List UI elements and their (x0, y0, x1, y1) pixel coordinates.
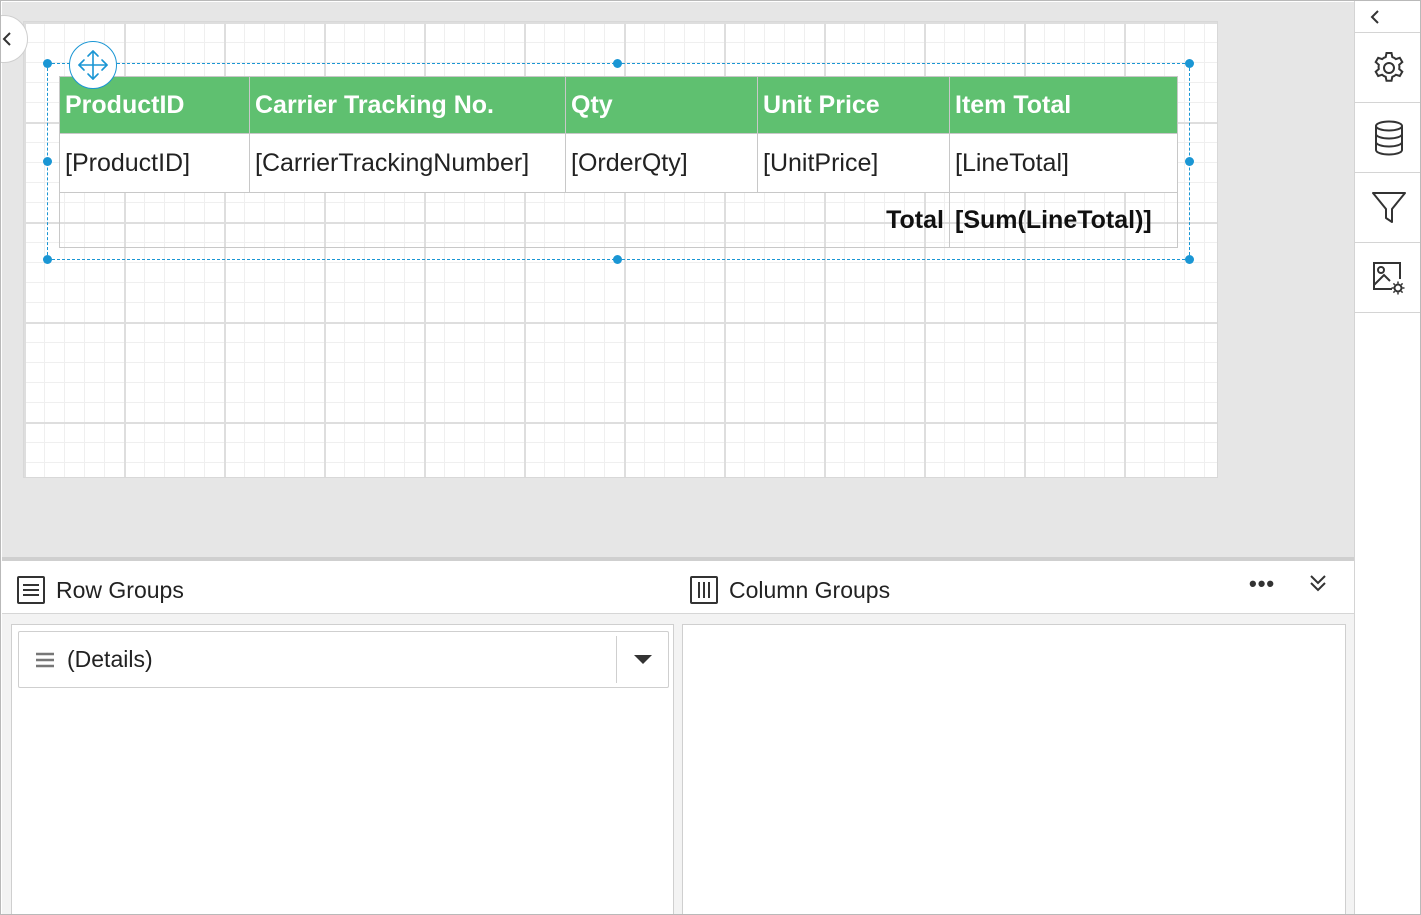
collapse-groups-button[interactable] (1307, 571, 1329, 600)
table-total-row: Total [Sum(LineTotal)] (59, 192, 1178, 248)
expand-properties-button[interactable] (1355, 1, 1420, 33)
resize-handle-top-left[interactable] (43, 59, 52, 68)
groups-panel: Row Groups Column Groups ••• (Details) (2, 561, 1354, 914)
data-sources-button[interactable] (1355, 103, 1420, 173)
resize-handle-top[interactable] (613, 59, 622, 68)
resize-handle-bottom-left[interactable] (43, 255, 52, 264)
table-move-handle[interactable] (69, 41, 117, 89)
move-arrows-icon (78, 50, 108, 80)
filter-icon (1371, 191, 1406, 223)
total-value-cell[interactable]: [Sum(LineTotal)] (949, 192, 1178, 248)
header-cell-carrier-tracking[interactable]: Carrier Tracking No. (249, 76, 566, 134)
list-item[interactable]: (Details) (18, 631, 669, 688)
database-icon (1374, 120, 1403, 155)
resize-handle-bottom[interactable] (613, 255, 622, 264)
group-item-label: (Details) (67, 646, 153, 672)
row-groups-title: Row Groups (56, 576, 184, 603)
detail-cell-qty[interactable]: [OrderQty] (565, 133, 758, 193)
column-groups-icon (690, 576, 718, 604)
more-options-button[interactable]: ••• (1249, 571, 1275, 597)
detail-cell-productid[interactable]: [ProductID] (59, 133, 250, 193)
table-detail-row: [ProductID] [CarrierTrackingNumber] [Ord… (59, 133, 1178, 193)
gear-icon (1373, 51, 1404, 82)
drag-handle-icon[interactable] (35, 651, 55, 669)
table-header-row: ProductID Carrier Tracking No. Qty Unit … (59, 76, 1178, 134)
header-cell-qty[interactable]: Qty (565, 76, 758, 134)
row-groups-list: (Details) (11, 624, 674, 914)
total-label-cell[interactable]: Total (59, 192, 950, 248)
resize-handle-bottom-right[interactable] (1185, 255, 1194, 264)
properties-button[interactable] (1355, 33, 1420, 103)
group-dropdown-button[interactable] (616, 636, 668, 683)
caret-down-icon (633, 654, 652, 664)
filter-button[interactable] (1355, 173, 1420, 243)
column-groups-title: Column Groups (729, 576, 891, 603)
header-cell-unit-price[interactable]: Unit Price (757, 76, 950, 134)
detail-cell-unit-price[interactable]: [UnitPrice] (757, 133, 950, 193)
resize-handle-left[interactable] (43, 157, 52, 166)
double-chevron-down-icon (1310, 575, 1326, 592)
chevron-left-icon (1370, 9, 1379, 24)
row-groups-icon (17, 576, 45, 604)
properties-rail (1354, 1, 1420, 914)
resize-handle-top-right[interactable] (1185, 59, 1194, 68)
header-cell-item-total[interactable]: Item Total (949, 76, 1178, 134)
image-settings-icon (1372, 261, 1404, 294)
design-area: ProductID Carrier Tracking No. Qty Unit … (1, 2, 1354, 557)
detail-cell-carrier-tracking[interactable]: [CarrierTrackingNumber] (249, 133, 566, 193)
report-designer: ProductID Carrier Tracking No. Qty Unit … (0, 0, 1421, 915)
image-manager-button[interactable] (1355, 243, 1420, 313)
chevron-left-icon (2, 32, 11, 46)
resize-handle-right[interactable] (1185, 157, 1194, 166)
report-table[interactable]: ProductID Carrier Tracking No. Qty Unit … (59, 76, 1178, 248)
column-groups-heading: Column Groups (689, 575, 890, 605)
column-groups-list (682, 624, 1346, 914)
detail-cell-item-total[interactable]: [LineTotal] (949, 133, 1178, 193)
groups-header: Row Groups Column Groups ••• (2, 561, 1354, 614)
row-groups-heading: Row Groups (16, 575, 184, 605)
